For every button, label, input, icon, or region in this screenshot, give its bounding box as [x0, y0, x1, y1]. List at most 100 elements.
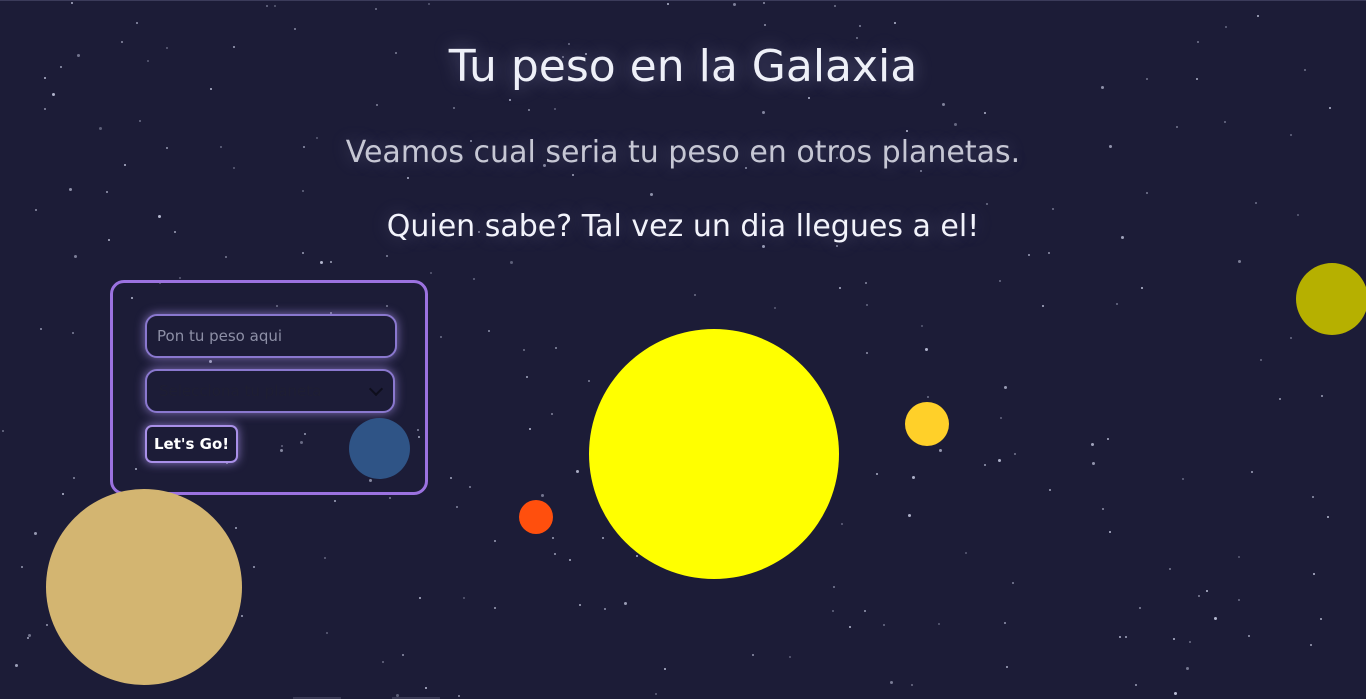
star — [906, 130, 908, 132]
star — [752, 654, 754, 656]
star — [1091, 443, 1094, 446]
star — [908, 514, 911, 517]
star — [453, 107, 455, 109]
star — [69, 188, 72, 191]
star — [225, 256, 227, 258]
star — [28, 634, 31, 637]
star — [139, 120, 141, 122]
star — [326, 632, 328, 634]
star — [650, 193, 653, 196]
star — [834, 5, 836, 7]
star — [106, 191, 108, 193]
star — [551, 413, 553, 415]
star — [458, 695, 460, 697]
star — [494, 607, 496, 609]
star — [1238, 260, 1241, 263]
planet-blue — [349, 418, 410, 479]
star — [789, 656, 791, 658]
page-tagline: Quien sabe? Tal vez un dia llegues a el! — [386, 209, 980, 244]
star — [27, 637, 29, 639]
star — [179, 277, 181, 279]
star — [849, 626, 851, 628]
star — [1214, 617, 1217, 620]
star — [302, 252, 304, 254]
star — [938, 623, 940, 625]
star — [763, 2, 765, 4]
star — [1189, 641, 1191, 643]
star — [602, 537, 604, 539]
star — [864, 610, 866, 612]
star — [419, 597, 421, 599]
star — [1320, 618, 1322, 620]
star — [1238, 556, 1240, 558]
star — [1238, 599, 1240, 601]
lets-go-button[interactable]: Let's Go! — [145, 425, 239, 463]
star — [1004, 386, 1007, 389]
star — [440, 336, 442, 338]
star — [572, 174, 574, 176]
star — [859, 25, 861, 27]
star — [833, 586, 835, 588]
star — [986, 203, 988, 205]
star — [1125, 636, 1127, 638]
star — [21, 566, 23, 568]
star — [376, 104, 378, 106]
star — [241, 615, 243, 617]
star — [1169, 568, 1171, 570]
star — [1092, 462, 1095, 465]
star — [274, 5, 276, 7]
star — [939, 449, 942, 452]
star — [624, 602, 627, 605]
star — [954, 123, 957, 126]
star — [1135, 684, 1137, 686]
star — [430, 272, 432, 274]
star — [984, 112, 986, 114]
star — [1251, 471, 1253, 473]
star — [604, 608, 606, 610]
star — [1173, 638, 1175, 640]
star — [1004, 622, 1006, 624]
star — [555, 347, 557, 349]
star — [894, 22, 896, 24]
planet-select[interactable]: Selecciona tu planeta — [145, 369, 395, 413]
star — [1000, 417, 1002, 419]
star — [1260, 359, 1262, 361]
star — [488, 330, 490, 332]
star — [655, 693, 657, 695]
star — [890, 681, 893, 684]
planet-olive — [1296, 263, 1366, 335]
star — [428, 3, 430, 5]
weight-input[interactable] — [145, 314, 397, 358]
star — [473, 278, 475, 280]
planet-gold — [905, 402, 949, 446]
star — [588, 380, 590, 382]
star — [407, 177, 409, 179]
star — [34, 532, 37, 535]
star — [72, 332, 74, 334]
planet-red — [519, 500, 553, 534]
star — [667, 3, 669, 5]
star — [529, 428, 531, 430]
star — [334, 500, 336, 502]
page-subtitle: Veamos cual seria tu peso en otros plane… — [345, 135, 1021, 170]
star — [911, 684, 913, 686]
star — [266, 5, 268, 7]
star — [235, 527, 237, 529]
star — [1255, 202, 1257, 204]
star — [294, 28, 296, 30]
star — [1279, 398, 1281, 400]
star — [1139, 607, 1141, 609]
star — [1014, 453, 1016, 455]
star — [523, 349, 525, 351]
star — [1310, 644, 1312, 646]
star — [74, 255, 77, 258]
star — [425, 687, 427, 689]
star — [1248, 635, 1250, 637]
star — [1116, 303, 1118, 305]
star — [912, 476, 915, 479]
star — [764, 24, 766, 26]
star — [876, 473, 878, 475]
star — [1198, 595, 1200, 597]
star — [927, 396, 929, 398]
star — [554, 108, 556, 110]
